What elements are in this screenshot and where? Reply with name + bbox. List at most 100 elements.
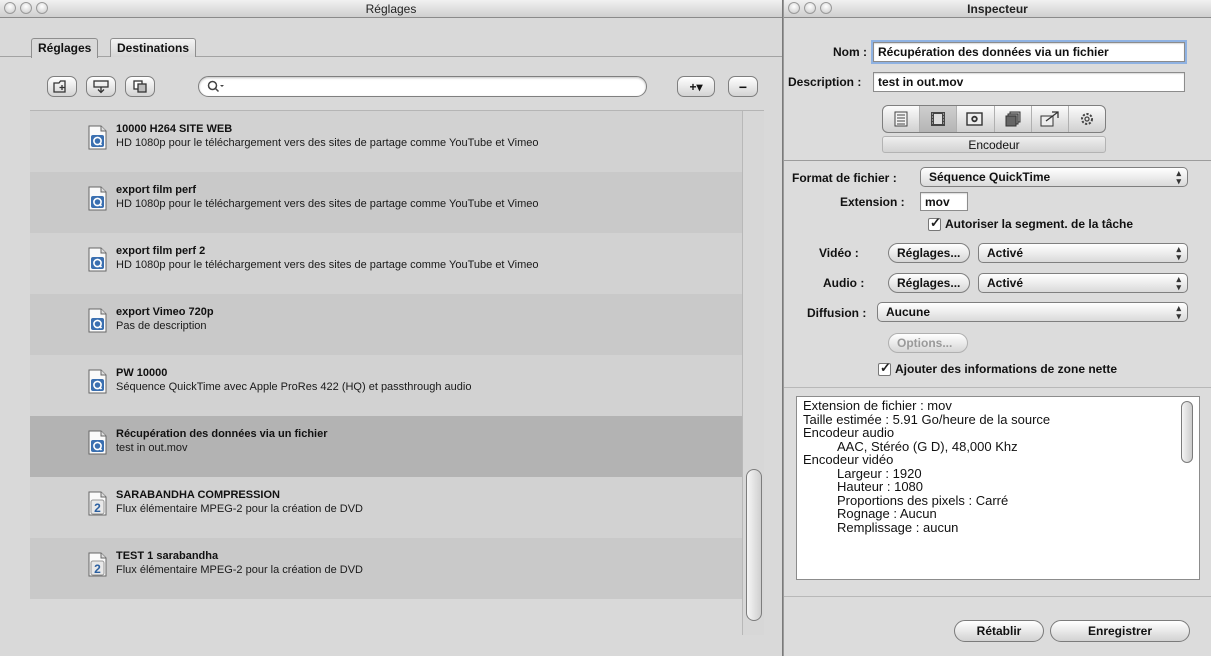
setting-name: SARABANDHA COMPRESSION (116, 489, 280, 501)
settings-toolbar: +▾ − (0, 76, 782, 102)
settings-titlebar[interactable]: Réglages (0, 0, 782, 18)
clean-aperture-checkbox[interactable]: Ajouter des informations de zone nette (878, 360, 1118, 376)
presets-icon (93, 79, 109, 93)
settings-window: Réglages Réglages Destinations +▾ − 1000… (0, 0, 783, 656)
setting-name: Récupération des données via un fichier (116, 428, 328, 440)
summary-pane-tab[interactable] (883, 106, 921, 132)
summary-scroll-thumb[interactable] (1181, 401, 1193, 463)
geometry-pane-tab[interactable] (1032, 106, 1069, 132)
setting-name: export Vimeo 720p (116, 306, 214, 318)
list-scrollbar[interactable] (742, 111, 764, 635)
setting-description: Flux élémentaire MPEG-2 pour la création… (116, 564, 363, 576)
options-button[interactable]: Options... (888, 333, 968, 353)
mpeg2-icon: 2 (88, 552, 107, 577)
file-format-value: Séquence QuickTime (929, 170, 1051, 184)
name-field[interactable]: Récupération des données via un fichier (873, 42, 1185, 62)
name-label: Nom : (833, 45, 867, 59)
encoder-pane-tab[interactable] (920, 106, 958, 132)
add-menu-button[interactable]: +▾ (677, 76, 715, 97)
new-folder-icon (53, 80, 66, 93)
summary-line: Extension de fichier : mov (803, 398, 952, 413)
setting-name: export film perf (116, 184, 197, 196)
setting-name: PW 10000 (116, 367, 168, 379)
search-icon (207, 80, 224, 93)
streaming-popup[interactable]: Aucune ▴ ▾ (877, 302, 1188, 322)
mpeg2-icon: 2 (88, 491, 107, 516)
inspector-window-title: Inspecteur (967, 2, 1028, 16)
video-label: Vidéo : (819, 246, 859, 260)
description-label: Description : (788, 75, 862, 89)
popup-arrows-icon: ▴ ▾ (1176, 303, 1181, 321)
svg-text:2: 2 (94, 562, 101, 576)
list-item[interactable]: 2 TEST 1 sarabandha Flux élémentaire MPEG-… (30, 538, 742, 599)
list-scroll-thumb[interactable] (746, 469, 762, 621)
video-state-value: Activé (987, 246, 1024, 260)
frame-controls-icon (966, 112, 984, 126)
quicktime-icon (88, 125, 107, 150)
audio-settings-button[interactable]: Réglages... (888, 273, 970, 293)
settings-window-title: Réglages (365, 2, 417, 16)
description-field[interactable]: test in out.mov (873, 72, 1185, 92)
duplicate-button[interactable] (125, 76, 155, 97)
list-item[interactable]: 10000 H264 SITE WEB HD 1080p pour le télé… (30, 111, 742, 172)
clean-aperture-checkbox-label: Ajouter des informations de zone nette (895, 362, 1118, 376)
audio-state-popup[interactable]: Activé ▴ ▾ (978, 273, 1188, 293)
list-item[interactable]: export Vimeo 720p Pas de description (30, 294, 742, 355)
setting-description: test in out.mov (116, 442, 188, 454)
search-field[interactable] (198, 76, 647, 97)
list-item[interactable]: 2 SARABANDHA COMPRESSION Flux élémentaire … (30, 477, 742, 538)
inspector-pane-selector (882, 105, 1106, 133)
save-button[interactable]: Enregistrer (1050, 620, 1190, 642)
setting-description: Séquence QuickTime avec Apple ProRes 422… (116, 381, 472, 393)
video-state-popup[interactable]: Activé ▴ ▾ (978, 243, 1188, 263)
audio-label: Audio : (823, 276, 865, 290)
list-item[interactable]: Récupération des données via un fichier t… (30, 416, 742, 477)
list-item[interactable]: export film perf 2 HD 1080p pour le téléc… (30, 233, 742, 294)
summary-lines: Extension de fichier : mov Taille estimée… (803, 399, 1050, 534)
checkbox-checked[interactable] (928, 215, 941, 231)
setting-description: Pas de description (116, 320, 207, 332)
setting-description: HD 1080p pour le téléchargement vers des… (116, 198, 539, 210)
quicktime-icon (88, 186, 107, 211)
extension-field[interactable]: mov (920, 192, 968, 211)
video-settings-button[interactable]: Réglages... (888, 243, 970, 263)
quicktime-icon (88, 308, 107, 333)
frame-controls-pane-tab[interactable] (957, 106, 995, 132)
summary-line: Encodeur vidéo (803, 452, 894, 467)
list-item[interactable]: PW 10000 Séquence QuickTime avec Apple Pr… (30, 355, 742, 416)
setting-description: HD 1080p pour le téléchargement vers des… (116, 259, 539, 271)
summary-line: Hauteur : 1080 (837, 479, 924, 494)
settings-list: 10000 H264 SITE WEB HD 1080p pour le télé… (30, 110, 764, 635)
settings-tabbar: Réglages Destinations (0, 18, 782, 58)
tab-destinations[interactable]: Destinations (110, 38, 197, 57)
actions-icon (1080, 113, 1093, 125)
segmentation-checkbox[interactable]: Autoriser la segment. de la tâche (928, 215, 1133, 231)
summary-line: Taille estimée : 5.91 Go/heure de la sou… (803, 411, 1051, 427)
list-item[interactable]: export film perf HD 1080p pour le télécha… (30, 172, 742, 233)
svg-text:2: 2 (94, 501, 101, 515)
setting-name: export film perf 2 (116, 245, 206, 257)
file-format-label: Format de fichier : (792, 171, 897, 185)
inspector-titlebar[interactable]: Inspecteur (784, 0, 1211, 18)
extension-label: Extension : (840, 195, 905, 209)
remove-button[interactable]: − (728, 76, 758, 97)
file-format-popup[interactable]: Séquence QuickTime ▴ ▾ (920, 167, 1188, 187)
revert-button[interactable]: Rétablir (954, 620, 1044, 642)
new-preset-button[interactable] (86, 76, 116, 97)
encoder-icon (931, 112, 946, 126)
summary-line: AAC, Stéréo (G D), 48,000 Khz (837, 438, 1018, 454)
actions-pane-tab[interactable] (1069, 106, 1105, 132)
filters-pane-tab[interactable] (995, 106, 1032, 132)
filters-icon (1005, 111, 1021, 127)
search-input[interactable] (229, 79, 629, 95)
checkbox-checked[interactable] (878, 360, 891, 376)
streaming-label: Diffusion : (807, 306, 867, 320)
inspector-window: Inspecteur Nom : Récupération des donnée… (784, 0, 1211, 656)
tab-reglages[interactable]: Réglages (31, 38, 99, 58)
summary-text-area[interactable]: Extension de fichier : mov Taille estimée… (796, 396, 1200, 580)
new-folder-button[interactable] (47, 76, 77, 97)
audio-state-value: Activé (987, 276, 1024, 290)
summary-line: Rognage : Aucun (837, 506, 937, 521)
active-pane-label: Encodeur (882, 136, 1106, 153)
streaming-value: Aucune (886, 305, 931, 319)
